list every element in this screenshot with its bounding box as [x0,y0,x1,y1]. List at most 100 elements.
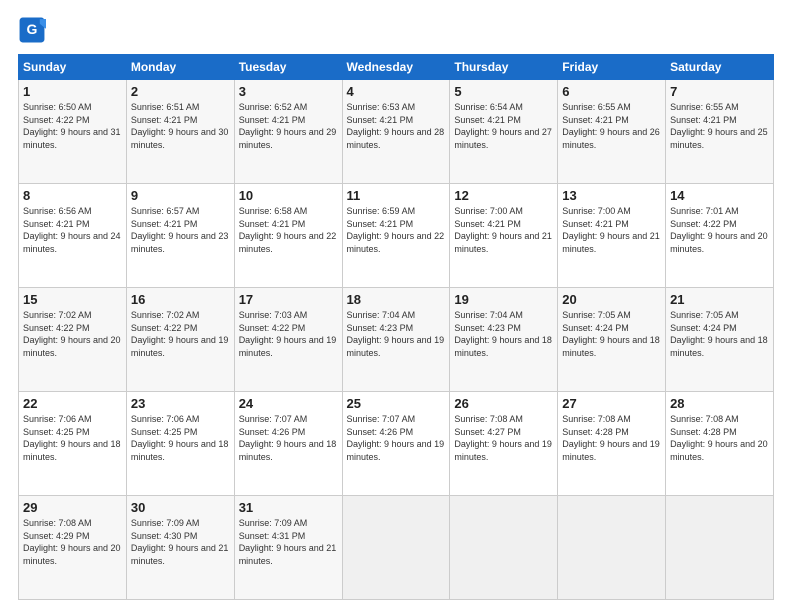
calendar-cell: 25 Sunrise: 7:07 AMSunset: 4:26 PMDaylig… [342,392,450,496]
logo-icon: G [18,16,46,44]
day-info: Sunrise: 7:01 AMSunset: 4:22 PMDaylight:… [670,206,768,254]
day-info: Sunrise: 6:59 AMSunset: 4:21 PMDaylight:… [347,206,445,254]
day-info: Sunrise: 6:50 AMSunset: 4:22 PMDaylight:… [23,102,121,150]
day-info: Sunrise: 7:08 AMSunset: 4:27 PMDaylight:… [454,414,552,462]
calendar-cell: 17 Sunrise: 7:03 AMSunset: 4:22 PMDaylig… [234,288,342,392]
weekday-header-sunday: Sunday [19,55,127,80]
day-info: Sunrise: 7:00 AMSunset: 4:21 PMDaylight:… [562,206,660,254]
calendar-cell: 20 Sunrise: 7:05 AMSunset: 4:24 PMDaylig… [558,288,666,392]
calendar-cell [450,496,558,600]
day-info: Sunrise: 7:00 AMSunset: 4:21 PMDaylight:… [454,206,552,254]
calendar-cell: 19 Sunrise: 7:04 AMSunset: 4:23 PMDaylig… [450,288,558,392]
calendar-cell: 1 Sunrise: 6:50 AMSunset: 4:22 PMDayligh… [19,80,127,184]
day-info: Sunrise: 7:09 AMSunset: 4:30 PMDaylight:… [131,518,229,566]
calendar-cell: 8 Sunrise: 6:56 AMSunset: 4:21 PMDayligh… [19,184,127,288]
weekday-header-thursday: Thursday [450,55,558,80]
day-info: Sunrise: 7:04 AMSunset: 4:23 PMDaylight:… [347,310,445,358]
day-number: 3 [239,84,338,99]
calendar-cell: 16 Sunrise: 7:02 AMSunset: 4:22 PMDaylig… [126,288,234,392]
day-info: Sunrise: 6:57 AMSunset: 4:21 PMDaylight:… [131,206,229,254]
day-info: Sunrise: 6:56 AMSunset: 4:21 PMDaylight:… [23,206,121,254]
day-info: Sunrise: 7:05 AMSunset: 4:24 PMDaylight:… [670,310,768,358]
day-number: 30 [131,500,230,515]
calendar-cell: 5 Sunrise: 6:54 AMSunset: 4:21 PMDayligh… [450,80,558,184]
calendar-cell: 22 Sunrise: 7:06 AMSunset: 4:25 PMDaylig… [19,392,127,496]
day-number: 6 [562,84,661,99]
calendar-cell: 11 Sunrise: 6:59 AMSunset: 4:21 PMDaylig… [342,184,450,288]
day-info: Sunrise: 7:02 AMSunset: 4:22 PMDaylight:… [131,310,229,358]
calendar-body: 1 Sunrise: 6:50 AMSunset: 4:22 PMDayligh… [19,80,774,600]
day-info: Sunrise: 7:09 AMSunset: 4:31 PMDaylight:… [239,518,337,566]
calendar-cell: 21 Sunrise: 7:05 AMSunset: 4:24 PMDaylig… [666,288,774,392]
calendar-cell: 23 Sunrise: 7:06 AMSunset: 4:25 PMDaylig… [126,392,234,496]
calendar-cell: 4 Sunrise: 6:53 AMSunset: 4:21 PMDayligh… [342,80,450,184]
day-number: 26 [454,396,553,411]
day-number: 25 [347,396,446,411]
day-number: 16 [131,292,230,307]
day-info: Sunrise: 7:08 AMSunset: 4:28 PMDaylight:… [670,414,768,462]
day-number: 27 [562,396,661,411]
calendar-cell: 28 Sunrise: 7:08 AMSunset: 4:28 PMDaylig… [666,392,774,496]
day-info: Sunrise: 7:07 AMSunset: 4:26 PMDaylight:… [239,414,337,462]
day-info: Sunrise: 6:55 AMSunset: 4:21 PMDaylight:… [670,102,768,150]
calendar-cell: 26 Sunrise: 7:08 AMSunset: 4:27 PMDaylig… [450,392,558,496]
day-info: Sunrise: 6:53 AMSunset: 4:21 PMDaylight:… [347,102,445,150]
calendar-cell: 12 Sunrise: 7:00 AMSunset: 4:21 PMDaylig… [450,184,558,288]
calendar-cell: 7 Sunrise: 6:55 AMSunset: 4:21 PMDayligh… [666,80,774,184]
day-info: Sunrise: 7:07 AMSunset: 4:26 PMDaylight:… [347,414,445,462]
calendar-week-1: 1 Sunrise: 6:50 AMSunset: 4:22 PMDayligh… [19,80,774,184]
day-info: Sunrise: 6:52 AMSunset: 4:21 PMDaylight:… [239,102,337,150]
day-info: Sunrise: 7:08 AMSunset: 4:29 PMDaylight:… [23,518,121,566]
calendar-cell: 3 Sunrise: 6:52 AMSunset: 4:21 PMDayligh… [234,80,342,184]
calendar-page: G SundayMondayTuesdayWednesdayThursdayFr… [0,0,792,612]
day-info: Sunrise: 7:06 AMSunset: 4:25 PMDaylight:… [131,414,229,462]
logo: G [18,16,50,44]
day-info: Sunrise: 6:51 AMSunset: 4:21 PMDaylight:… [131,102,229,150]
calendar-cell: 14 Sunrise: 7:01 AMSunset: 4:22 PMDaylig… [666,184,774,288]
calendar-cell: 13 Sunrise: 7:00 AMSunset: 4:21 PMDaylig… [558,184,666,288]
calendar-cell: 9 Sunrise: 6:57 AMSunset: 4:21 PMDayligh… [126,184,234,288]
calendar-cell: 30 Sunrise: 7:09 AMSunset: 4:30 PMDaylig… [126,496,234,600]
day-number: 14 [670,188,769,203]
day-info: Sunrise: 6:54 AMSunset: 4:21 PMDaylight:… [454,102,552,150]
day-number: 11 [347,188,446,203]
day-number: 28 [670,396,769,411]
svg-text:G: G [27,21,38,37]
day-info: Sunrise: 6:58 AMSunset: 4:21 PMDaylight:… [239,206,337,254]
calendar-cell: 6 Sunrise: 6:55 AMSunset: 4:21 PMDayligh… [558,80,666,184]
weekday-header-tuesday: Tuesday [234,55,342,80]
day-number: 12 [454,188,553,203]
calendar-cell: 29 Sunrise: 7:08 AMSunset: 4:29 PMDaylig… [19,496,127,600]
day-number: 8 [23,188,122,203]
calendar-cell: 2 Sunrise: 6:51 AMSunset: 4:21 PMDayligh… [126,80,234,184]
calendar-cell [558,496,666,600]
calendar-cell [342,496,450,600]
day-number: 1 [23,84,122,99]
weekday-header-monday: Monday [126,55,234,80]
weekday-header: SundayMondayTuesdayWednesdayThursdayFrid… [19,55,774,80]
calendar-cell: 10 Sunrise: 6:58 AMSunset: 4:21 PMDaylig… [234,184,342,288]
weekday-header-friday: Friday [558,55,666,80]
weekday-header-wednesday: Wednesday [342,55,450,80]
day-number: 13 [562,188,661,203]
day-number: 2 [131,84,230,99]
weekday-header-saturday: Saturday [666,55,774,80]
calendar-cell: 27 Sunrise: 7:08 AMSunset: 4:28 PMDaylig… [558,392,666,496]
day-info: Sunrise: 7:04 AMSunset: 4:23 PMDaylight:… [454,310,552,358]
day-number: 5 [454,84,553,99]
day-number: 24 [239,396,338,411]
calendar-week-2: 8 Sunrise: 6:56 AMSunset: 4:21 PMDayligh… [19,184,774,288]
day-number: 10 [239,188,338,203]
day-number: 22 [23,396,122,411]
day-number: 31 [239,500,338,515]
header: G [18,16,774,44]
day-number: 21 [670,292,769,307]
day-info: Sunrise: 7:03 AMSunset: 4:22 PMDaylight:… [239,310,337,358]
day-number: 7 [670,84,769,99]
day-number: 19 [454,292,553,307]
day-number: 23 [131,396,230,411]
day-info: Sunrise: 7:02 AMSunset: 4:22 PMDaylight:… [23,310,121,358]
day-number: 4 [347,84,446,99]
day-info: Sunrise: 7:05 AMSunset: 4:24 PMDaylight:… [562,310,660,358]
calendar-table: SundayMondayTuesdayWednesdayThursdayFrid… [18,54,774,600]
